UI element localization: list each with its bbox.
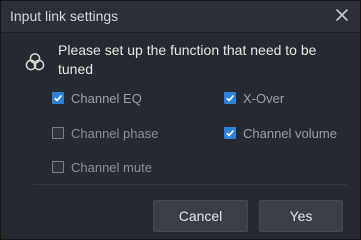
checkbox[interactable] (224, 127, 236, 139)
option-channel-eq[interactable]: Channel EQ (52, 89, 142, 107)
checkbox[interactable] (52, 92, 64, 104)
divider (33, 184, 347, 185)
option-x-over[interactable]: X-Over (224, 89, 284, 107)
option-channel-phase[interactable]: Channel phase (52, 124, 158, 142)
checkbox[interactable] (52, 127, 64, 139)
option-label: Channel mute (71, 159, 152, 175)
option-label: Channel volume (243, 125, 337, 141)
input-link-settings-dialog: Input link settings Please set up the fu… (0, 0, 361, 240)
checkbox[interactable] (224, 92, 236, 104)
close-icon[interactable] (334, 7, 350, 23)
option-channel-mute[interactable]: Channel mute (52, 158, 152, 176)
dialog-title: Input link settings (10, 8, 119, 24)
link-rings-icon (25, 52, 45, 72)
yes-button[interactable]: Yes (259, 200, 343, 232)
title-bar: Input link settings (1, 1, 360, 33)
option-channel-volume[interactable]: Channel volume (224, 124, 337, 142)
prompt-text: Please set up the function that need to … (58, 42, 317, 77)
cancel-button[interactable]: Cancel (153, 200, 248, 232)
option-label: Channel phase (71, 125, 159, 141)
option-label: Channel EQ (71, 90, 142, 106)
checkbox[interactable] (52, 161, 64, 173)
option-label: X-Over (243, 90, 285, 106)
